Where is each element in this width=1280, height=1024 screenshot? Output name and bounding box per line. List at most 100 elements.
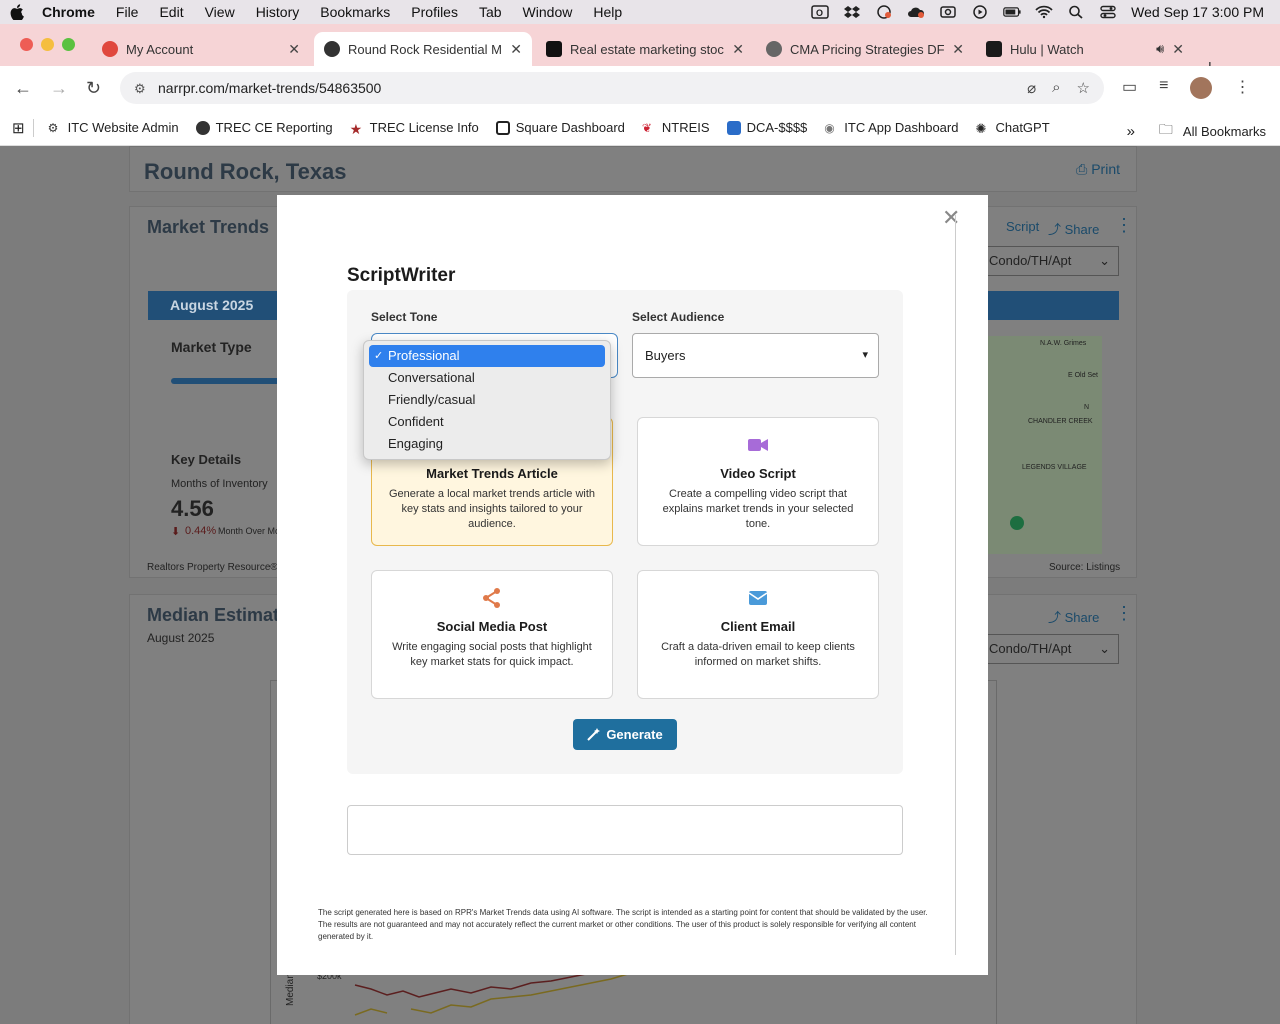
battery-icon[interactable] [1003, 5, 1021, 19]
media-control-icon[interactable]: ≡ [1159, 77, 1168, 99]
clock[interactable]: Wed Sep 17 3:00 PM [1131, 4, 1264, 20]
print-button[interactable]: ⎙ Print [1076, 161, 1120, 178]
cloud-sync-icon[interactable] [875, 5, 893, 19]
source-link[interactable]: Listings [1086, 562, 1120, 573]
tab-round-rock[interactable]: Round Rock Residential M ✕ [314, 32, 532, 66]
more-bookmarks-icon[interactable]: » [1127, 123, 1135, 140]
url-text[interactable]: narrpr.com/market-trends/54863500 [158, 80, 381, 96]
zoom-window-icon[interactable] [62, 38, 75, 51]
bookmark-dca[interactable]: DCA-$$$$ [726, 120, 807, 135]
dropbox-icon[interactable] [843, 5, 861, 19]
tone-option-friendly-casual[interactable]: Friendly/casual [369, 389, 605, 411]
tone-option-professional[interactable]: ✓ Professional [369, 345, 605, 367]
property-type-select-2[interactable]: Condo/TH/Apt ⌄ [980, 634, 1119, 664]
cloud-error-icon[interactable] [907, 5, 925, 19]
scriptwriter-modal: ✕ ScriptWriter Select Tone Select Audien… [277, 195, 988, 975]
script-output[interactable] [347, 805, 903, 855]
audience-select[interactable]: Buyers ▾ [632, 333, 879, 378]
speaker-icon[interactable]: 🔊︎ [1156, 41, 1164, 57]
property-type-select[interactable]: Condo/TH/Apt ⌄ [980, 246, 1119, 276]
bookmark-label: TREC CE Reporting [215, 120, 333, 135]
spotlight-search-icon[interactable] [1067, 5, 1085, 19]
close-tab-icon[interactable]: ✕ [732, 41, 744, 58]
outlook-icon[interactable]: O [811, 5, 829, 19]
chevron-down-icon: ▾ [862, 349, 868, 361]
menu-bookmarks[interactable]: Bookmarks [320, 4, 390, 20]
bookmark-chatgpt[interactable]: ✺ ChatGPT [975, 120, 1049, 136]
minimize-window-icon[interactable] [41, 38, 54, 51]
option-client-email[interactable]: Client Email Craft a data-driven email t… [637, 570, 879, 699]
option-video-script[interactable]: Video Script Create a compelling video s… [637, 417, 879, 546]
bookmark-trec-license[interactable]: ★ TREC License Info [350, 120, 479, 137]
tab-real-estate-marketing[interactable]: Real estate marketing stoc ✕ [536, 32, 754, 66]
close-tab-icon[interactable]: ✕ [952, 41, 964, 58]
envelope-icon [748, 591, 768, 605]
leaf-icon: ❦ [641, 120, 652, 135]
wifi-icon[interactable] [1035, 5, 1053, 19]
bookmark-itc-app[interactable]: ◉ ITC App Dashboard [824, 120, 958, 135]
bookmark-trec-ce[interactable]: TREC CE Reporting [195, 120, 333, 135]
close-modal-icon[interactable]: ✕ [942, 205, 960, 231]
location-off-icon[interactable]: ⌀ [1027, 79, 1036, 97]
close-tab-icon[interactable]: ✕ [288, 41, 300, 58]
apple-icon[interactable] [10, 4, 24, 20]
generate-button[interactable]: Generate [573, 719, 677, 750]
tab-hulu[interactable]: Hulu | Watch 🔊︎ ✕ [976, 32, 1194, 66]
option-social-media-post[interactable]: Social Media Post Write engaging social … [371, 570, 613, 699]
menu-window[interactable]: Window [523, 4, 573, 20]
all-bookmarks[interactable]: All Bookmarks [1183, 124, 1266, 139]
more-options-icon[interactable]: ⋮ [1115, 603, 1133, 624]
reload-icon[interactable]: ↻ [86, 78, 101, 99]
tone-label: Select Tone [371, 310, 438, 324]
tone-option-engaging[interactable]: Engaging [369, 433, 605, 455]
close-window-icon[interactable] [20, 38, 33, 51]
modal-scrollbar[interactable] [955, 215, 956, 955]
forward-icon[interactable]: → [50, 78, 68, 99]
site-settings-icon[interactable]: ⚙ [134, 81, 148, 96]
control-center-icon[interactable] [1099, 5, 1117, 19]
profile-avatar[interactable] [1190, 77, 1213, 99]
play-circle-icon[interactable] [971, 5, 989, 19]
tab-search-icon[interactable]: ▭ [1122, 77, 1137, 99]
menu-file[interactable]: File [116, 4, 139, 20]
map-thumbnail[interactable]: N.A.W. Grimes E Old Set CHANDLER CREEK L… [988, 336, 1102, 554]
menu-profiles[interactable]: Profiles [411, 4, 458, 20]
generate-label: Generate [606, 727, 663, 742]
option-label: Friendly/casual [388, 392, 476, 407]
more-options-icon[interactable]: ⋮ [1115, 215, 1133, 236]
menu-view[interactable]: View [205, 4, 235, 20]
menu-app-name[interactable]: Chrome [42, 4, 95, 20]
menu-tab[interactable]: Tab [479, 4, 502, 20]
kebab-menu-icon[interactable]: ⋮ [1234, 77, 1250, 99]
tone-option-confident[interactable]: Confident [369, 411, 605, 433]
share-button[interactable]: ⤴ Share [1048, 219, 1099, 238]
close-tab-icon[interactable]: ✕ [1172, 41, 1184, 58]
zoom-icon[interactable]: ⌕ [1052, 79, 1060, 97]
apps-grid-icon[interactable]: ⊞ [12, 119, 25, 137]
option-title: Social Media Post [436, 619, 548, 634]
bookmark-ntreis[interactable]: ❦ NTREIS [642, 120, 710, 135]
tab-my-account[interactable]: My Account ✕ [92, 32, 310, 66]
script-button[interactable]: Script [1006, 219, 1039, 234]
share-button-2[interactable]: ⤴ Share [1048, 607, 1099, 626]
tone-dropdown-menu: ✓ Professional Conversational Friendly/ca… [363, 340, 611, 460]
menu-history[interactable]: History [256, 4, 300, 20]
menu-edit[interactable]: Edit [159, 4, 183, 20]
option-label: Engaging [388, 436, 443, 451]
bookmark-square[interactable]: Square Dashboard [495, 120, 625, 135]
disclaimer-text: The script generated here is based on RP… [318, 908, 928, 941]
menu-help[interactable]: Help [593, 4, 622, 20]
tab-cma-pricing[interactable]: CMA Pricing Strategies DF ✕ [756, 32, 974, 66]
tone-option-conversational[interactable]: Conversational [369, 367, 605, 389]
url-bar[interactable]: ⚙ narrpr.com/market-trends/54863500 ⌀ ⌕ … [120, 72, 1104, 104]
back-icon[interactable]: ← [14, 78, 32, 99]
bookmark-itc-website-admin[interactable]: ⚙ ITC Website Admin [48, 120, 179, 135]
tab-title: My Account [126, 41, 194, 57]
option-title: Video Script [720, 466, 796, 481]
close-tab-icon[interactable]: ✕ [510, 41, 522, 58]
map-label: E Old Set [1068, 372, 1098, 379]
bookmark-star-icon[interactable]: ☆ [1077, 79, 1090, 97]
chevron-down-icon: ⌄ [1099, 253, 1110, 268]
screenshot-icon[interactable] [939, 5, 957, 19]
share-nodes-icon [483, 588, 500, 608]
